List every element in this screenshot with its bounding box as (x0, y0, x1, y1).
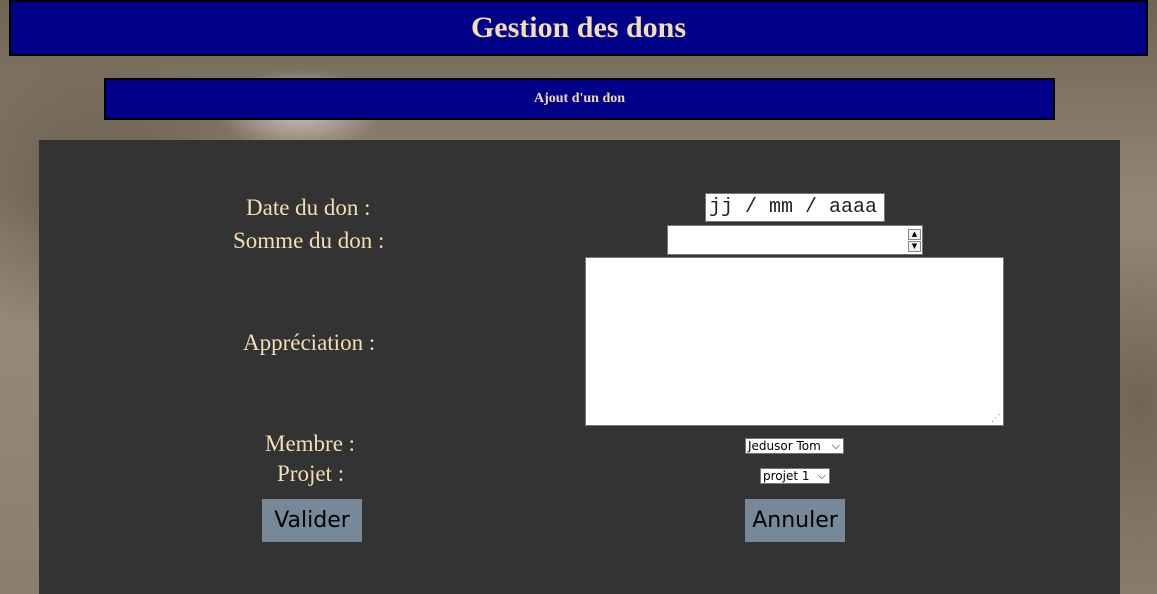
page-title: Gestion des dons (470, 11, 687, 44)
section-header: Ajout d'un don (104, 78, 1055, 120)
amount-spinner[interactable]: ▲ ▼ (908, 229, 921, 252)
date-label: Date du don : (246, 195, 371, 220)
cancel-button[interactable]: Annuler (745, 499, 845, 542)
project-select[interactable]: projet 1 ⌵ (760, 468, 830, 484)
member-selected-value: Jedusor Tom (748, 439, 821, 453)
chevron-down-icon: ⌵ (817, 469, 826, 482)
validate-button[interactable]: Valider (262, 499, 362, 542)
date-field[interactable]: jj / mm / aaaa (705, 193, 885, 222)
appreciation-textarea[interactable]: ⋰ (585, 257, 1004, 426)
resize-grip-icon[interactable]: ⋰ (991, 414, 1001, 424)
section-title: Ajout d'un don (533, 91, 626, 106)
member-select[interactable]: Jedusor Tom ⌵ (745, 438, 844, 454)
donation-form: Date du don : jj / mm / aaaa Somme du do… (39, 140, 1120, 594)
appreciation-label: Appréciation : (243, 330, 376, 355)
spin-down-icon[interactable]: ▼ (908, 241, 921, 252)
member-label: Membre : (265, 431, 356, 456)
amount-label: Somme du don : (233, 228, 385, 253)
spin-up-icon[interactable]: ▲ (908, 229, 921, 240)
project-label: Projet : (277, 461, 345, 486)
amount-field[interactable]: ▲ ▼ (667, 225, 923, 255)
page-header: Gestion des dons (9, 0, 1148, 56)
project-selected-value: projet 1 (763, 469, 810, 483)
chevron-down-icon: ⌵ (831, 439, 840, 452)
